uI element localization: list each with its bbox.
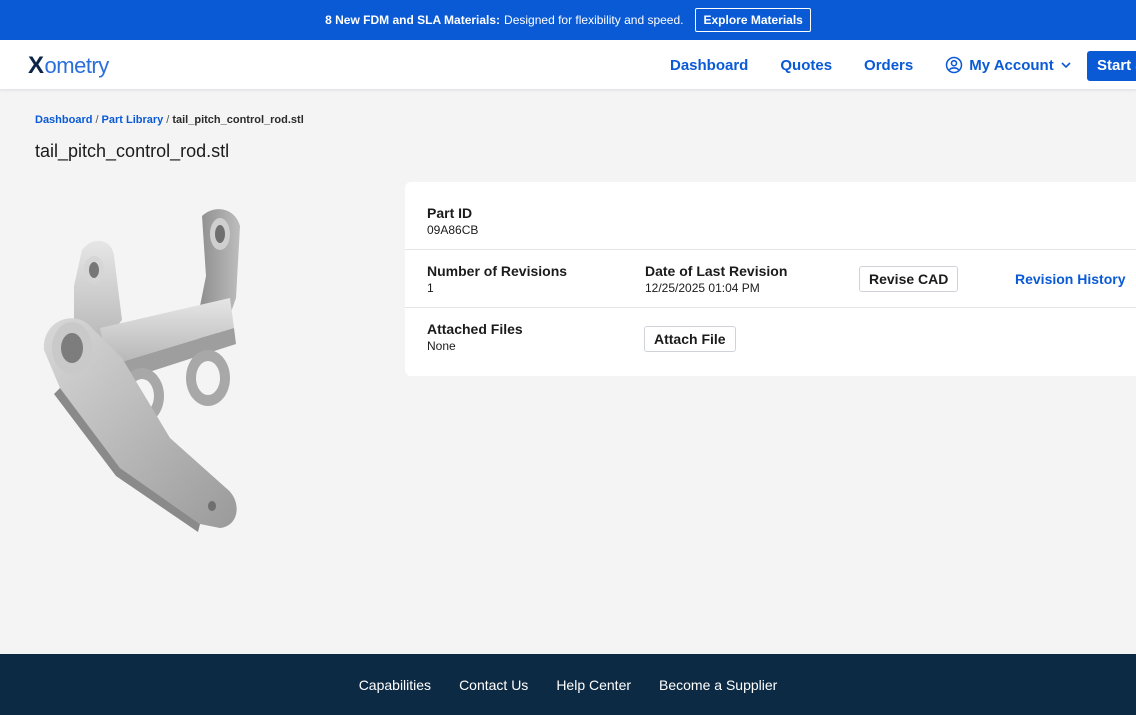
breadcrumb-dashboard[interactable]: Dashboard [35, 114, 92, 126]
logo-mark: X [28, 52, 44, 79]
chevron-down-icon [1061, 62, 1071, 69]
breadcrumb-separator: / [166, 114, 170, 126]
part-3d-preview[interactable] [30, 198, 260, 543]
attached-files-value: None [427, 339, 456, 353]
logo-wordmark: ometry [44, 53, 110, 78]
attached-files-label: Attached Files [427, 321, 523, 337]
part-id-label: Part ID [427, 205, 473, 221]
revision-history-link[interactable]: Revision History [1015, 271, 1125, 287]
xometry-logo[interactable]: X ometry [28, 52, 109, 80]
part-id-row: Part ID 09A86CB [405, 182, 1136, 250]
breadcrumb: Dashboard / Part Library / tail_pitch_contro… [35, 114, 304, 126]
start-quote-button[interactable]: Start a [1087, 51, 1136, 81]
footer-contact-us[interactable]: Contact Us [459, 677, 528, 693]
breadcrumb-part-library[interactable]: Part Library [102, 114, 164, 126]
top-nav: X ometry Dashboard Quotes Orders My Acco… [0, 40, 1136, 90]
promo-headline: 8 New FDM and SLA Materials: [325, 13, 501, 27]
footer-capabilities[interactable]: Capabilities [359, 677, 431, 693]
part-details-card: Part ID 09A86CB Number of Revisions 1 Da… [405, 182, 1136, 376]
page-title: tail_pitch_control_rod.stl [35, 141, 230, 161]
attached-files-field: Attached Files None [427, 321, 523, 353]
attached-files-row: Attached Files None Attach File [405, 308, 1136, 376]
last-revision-label: Date of Last Revision [645, 263, 788, 279]
footer-help-center[interactable]: Help Center [556, 677, 631, 693]
revisions-count-label: Number of Revisions [427, 263, 568, 279]
breadcrumb-separator: / [95, 114, 99, 126]
last-revision-field: Date of Last Revision 12/25/2025 01:04 P… [645, 263, 787, 295]
promo-text: Designed for flexibility and speed. [504, 13, 684, 27]
user-circle-icon [946, 56, 963, 74]
attach-file-button[interactable]: Attach File [644, 326, 736, 352]
nav-my-account[interactable]: My Account [945, 56, 1071, 74]
nav-dashboard[interactable]: Dashboard [670, 57, 748, 74]
part-id-value: 09A86CB [427, 223, 479, 237]
nav-quotes[interactable]: Quotes [780, 57, 832, 74]
breadcrumb-current: tail_pitch_control_rod.stl [172, 114, 304, 126]
last-revision-value: 12/25/2025 01:04 PM [645, 281, 760, 295]
revisions-count-value: 1 [427, 281, 434, 295]
explore-materials-button[interactable]: Explore Materials [695, 8, 811, 32]
my-account-label: My Account [969, 56, 1054, 74]
revise-cad-button[interactable]: Revise CAD [859, 266, 959, 292]
nav-links: Dashboard Quotes Orders My Account [670, 40, 1104, 90]
revisions-row: Number of Revisions 1 Date of Last Revis… [405, 250, 1136, 308]
part-id-field: Part ID 09A86CB [427, 205, 478, 237]
footer-become-supplier[interactable]: Become a Supplier [659, 677, 777, 693]
footer: Capabilities Contact Us Help Center Beco… [0, 654, 1136, 715]
revisions-count-field: Number of Revisions 1 [427, 263, 567, 295]
promo-banner: 8 New FDM and SLA Materials: Designed fo… [0, 0, 1136, 40]
nav-orders[interactable]: Orders [864, 57, 913, 74]
